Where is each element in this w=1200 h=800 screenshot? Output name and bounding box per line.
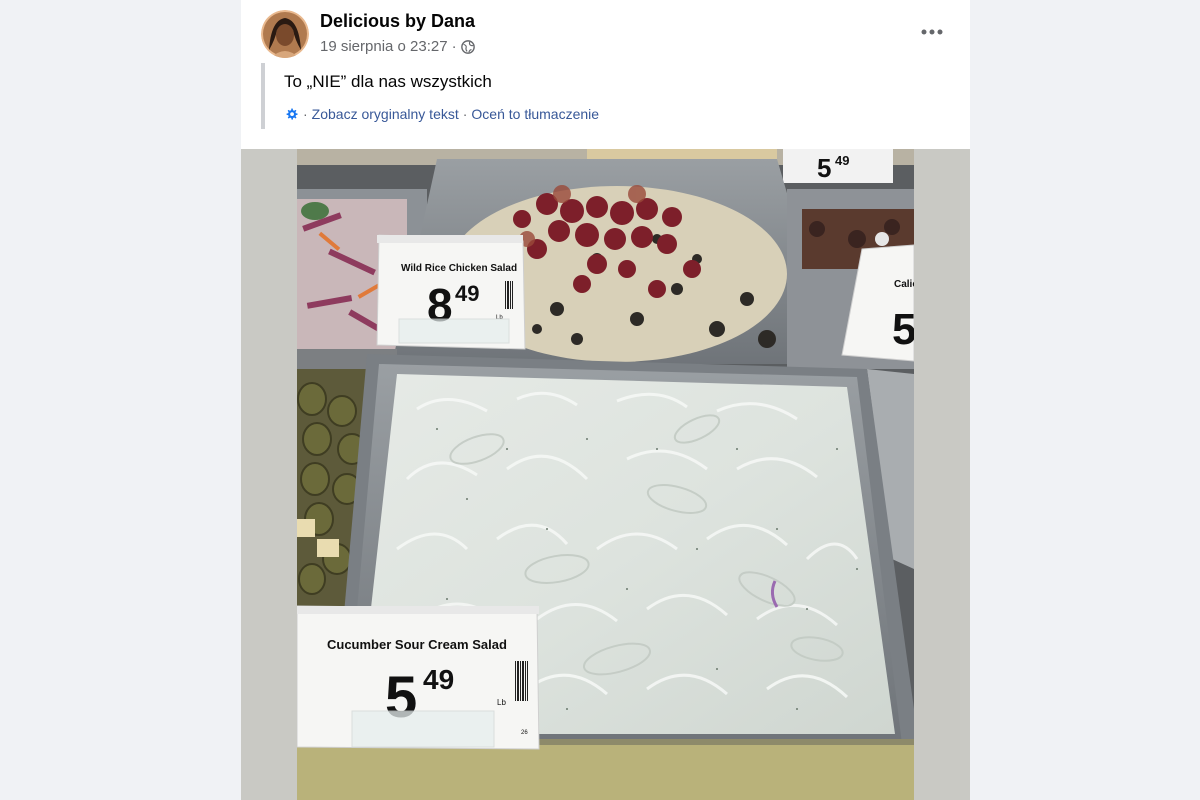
more-options-button[interactable] [914, 20, 950, 44]
avatar-image [261, 10, 309, 58]
cucumber-label-name: Cucumber Sour Cream Salad [327, 637, 507, 652]
translation-separator: · [303, 106, 308, 122]
see-original-link[interactable]: Zobacz oryginalny tekst [312, 106, 459, 122]
author-avatar[interactable] [261, 10, 309, 58]
gear-icon [286, 107, 298, 120]
meta-separator: · [451, 38, 457, 55]
author-name[interactable]: Delicious by Dana [320, 11, 475, 32]
globe-icon [460, 39, 475, 54]
top-price-cents: 49 [835, 153, 849, 168]
post-media[interactable]: 5 49 Wild Rice Chicken Salad 8 49 Lb Cal… [241, 149, 970, 800]
deli-salads-photo: 5 49 Wild Rice Chicken Salad 8 49 Lb Cal… [297, 149, 914, 800]
calico-label-name: Calico [894, 279, 914, 290]
cucumber-unit: Lb [497, 698, 506, 707]
post-meta: 19 sierpnia o 23:27 · [320, 38, 475, 55]
post-text: To „NIE” dla nas wszystkich [284, 72, 492, 91]
rate-translation-link[interactable]: Oceń to tłumaczenie [471, 106, 599, 122]
translation-row: · Zobacz oryginalny tekst · Oceń to tłum… [284, 106, 599, 122]
wild-rice-price-cents: 49 [455, 281, 479, 306]
cucumber-code: 26 [521, 730, 528, 736]
wild-rice-label-name: Wild Rice Chicken Salad [401, 263, 517, 274]
post-date[interactable]: 19 sierpnia o 23:27 [320, 38, 448, 55]
post-card: Delicious by Dana 19 sierpnia o 23:27 · … [241, 0, 970, 800]
cucumber-price-cents: 49 [423, 664, 454, 695]
calico-price-dollars: 5 [892, 305, 914, 354]
top-price-text: 5 [817, 153, 831, 183]
quote-bar [261, 63, 265, 129]
translation-separator: · [462, 106, 468, 122]
more-dots-icon [921, 29, 943, 35]
